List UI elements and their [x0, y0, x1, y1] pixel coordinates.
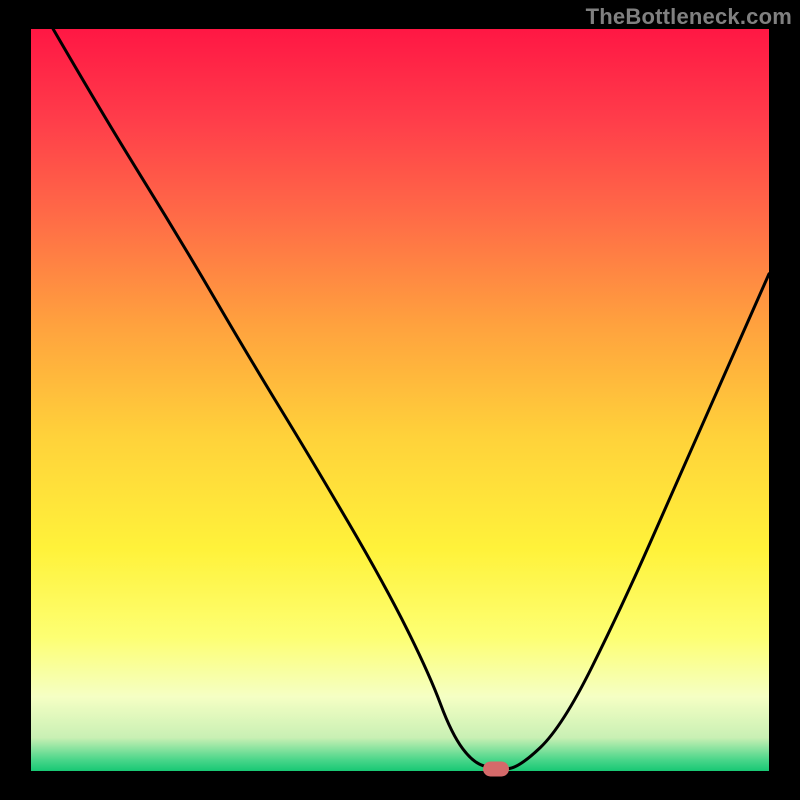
- chart-plot: [31, 29, 769, 771]
- optimal-point-marker: [483, 761, 509, 776]
- chart-svg: [31, 29, 769, 771]
- chart-background-gradient: [31, 29, 769, 771]
- chart-frame: TheBottleneck.com: [0, 0, 800, 800]
- watermark-label: TheBottleneck.com: [586, 4, 792, 30]
